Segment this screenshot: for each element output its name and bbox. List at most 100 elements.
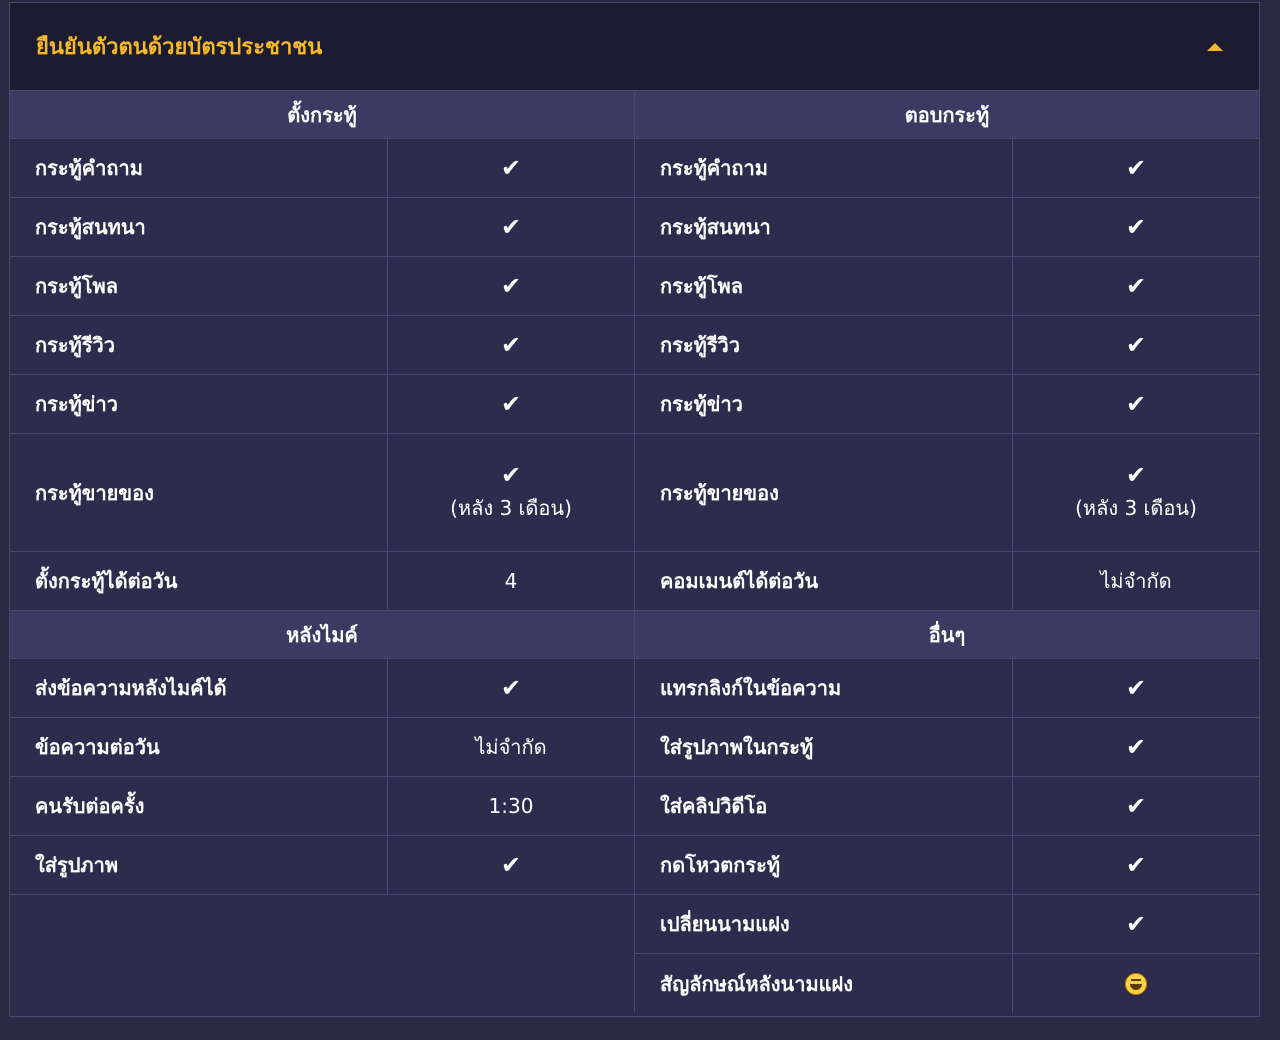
section-header-other: อื่นๆ [635,611,1259,659]
top-section: ตั้งกระทู้ กระทู้คำถาม ✔ กระทู้สนทนา ✔ ก… [10,91,1259,611]
check-icon: ✔ [500,272,522,300]
table-row: กระทู้รีวิว ✔ [10,316,634,375]
check-icon: ✔ [500,154,522,182]
row-label: กระทู้โพล [635,257,1013,315]
panel-title: ยืนยันตัวตนด้วยบัตรประชาชน [36,35,323,60]
table-row: กระทู้สนทนา ✔ [635,198,1259,257]
row-label: กดโหวตกระทู้ [635,836,1013,894]
section-header-private-message: หลังไมค์ [10,611,634,659]
table-row: กระทู้ข่าว ✔ [635,375,1259,434]
value-text: 4 [504,569,518,593]
row-label: กระทู้สนทนา [10,198,388,256]
row-value: ไม่จำกัด [388,718,634,776]
panel-header[interactable]: ยืนยันตัวตนด้วยบัตรประชาชน [10,3,1259,91]
row-value: ✔ [388,198,634,256]
row-label: คนรับต่อครั้ง [10,777,388,835]
check-icon: ✔ [1125,154,1147,182]
row-label: คอมเมนต์ได้ต่อวัน [635,552,1013,610]
row-label: กระทู้คำถาม [10,139,388,197]
table-row: ข้อความต่อวัน ไม่จำกัด [10,718,634,777]
other-column: อื่นๆ แทรกลิงก์ในข้อความ ✔ ใส่รูปภาพในกร… [634,611,1259,1013]
create-topic-column: ตั้งกระทู้ กระทู้คำถาม ✔ กระทู้สนทนา ✔ ก… [10,91,634,611]
check-icon: ✔ [500,331,522,359]
row-value: ✔ [1013,836,1259,894]
row-label: กระทู้โพล [10,257,388,315]
check-icon: ✔ [1125,674,1147,702]
row-label: กระทู้สนทนา [635,198,1013,256]
row-label: ใส่คลิปวิดีโอ [635,777,1013,835]
row-value: ✔ [388,139,634,197]
private-message-rows: ส่งข้อความหลังไมค์ได้ ✔ ข้อความต่อวัน ไม… [10,659,634,895]
table-row: สัญลักษณ์หลังนามแฝง [635,954,1259,1013]
table-row: แทรกลิงก์ในข้อความ ✔ [635,659,1259,718]
row-value: ✔ [1013,316,1259,374]
table-row: กระทู้ข่าว ✔ [10,375,634,434]
check-icon: ✔ [500,851,522,879]
laugh-emoji-icon [1125,972,1147,995]
row-label: ข้อความต่อวัน [10,718,388,776]
row-label: กระทู้รีวิว [635,316,1013,374]
check-icon: ✔ [1125,733,1147,761]
bottom-section: หลังไมค์ ส่งข้อความหลังไมค์ได้ ✔ ข้อความ… [10,611,1259,1013]
caret-up-icon[interactable] [1207,42,1223,51]
table-row: คอมเมนต์ได้ต่อวัน ไม่จำกัด [635,552,1259,611]
value-text: ไม่จำกัด [475,735,547,759]
row-label: กระทู้รีวิว [10,316,388,374]
value-note: (หลัง 3 เดือน) [450,495,572,520]
check-icon: ✔ [1125,460,1147,489]
row-value: ✔ (หลัง 3 เดือน) [388,434,634,551]
table-row: กระทู้ขายของ ✔ (หลัง 3 เดือน) [635,434,1259,552]
reply-topic-column: ตอบกระทู้ กระทู้คำถาม ✔ กระทู้สนทนา ✔ กร… [634,91,1259,611]
row-label: ตั้งกระทู้ได้ต่อวัน [10,552,388,610]
row-value: ✔ (หลัง 3 เดือน) [1013,434,1259,551]
table-row: กดโหวตกระทู้ ✔ [635,836,1259,895]
row-value: ✔ [1013,257,1259,315]
row-label: แทรกลิงก์ในข้อความ [635,659,1013,717]
table-row: ใส่รูปภาพในกระทู้ ✔ [635,718,1259,777]
row-label: สัญลักษณ์หลังนามแฝง [635,954,1013,1013]
row-value: ✔ [1013,198,1259,256]
row-label: เปลี่ยนนามแฝง [635,895,1013,953]
create-topic-rows: กระทู้คำถาม ✔ กระทู้สนทนา ✔ กระทู้โพล ✔ … [10,139,634,611]
check-icon: ✔ [1125,910,1147,938]
table-row: กระทู้รีวิว ✔ [635,316,1259,375]
row-value: ✔ [1013,375,1259,433]
row-label: กระทู้ขายของ [10,434,388,551]
table-row: คนรับต่อครั้ง 1:30 [10,777,634,836]
table-row: ส่งข้อความหลังไมค์ได้ ✔ [10,659,634,718]
check-icon: ✔ [1125,272,1147,300]
row-label: กระทู้คำถาม [635,139,1013,197]
table-row: เปลี่ยนนามแฝง ✔ [635,895,1259,954]
row-value: ✔ [1013,777,1259,835]
check-icon: ✔ [1125,331,1147,359]
row-label: กระทู้ข่าว [10,375,388,433]
row-value: ✔ [388,659,634,717]
check-icon: ✔ [1125,851,1147,879]
row-label: กระทู้ข่าว [635,375,1013,433]
row-value: ✔ [388,836,634,894]
row-value: ไม่จำกัด [1013,552,1259,610]
row-value: ✔ [1013,139,1259,197]
check-icon: ✔ [500,674,522,702]
row-value: ✔ [1013,895,1259,953]
table-row: กระทู้ขายของ ✔ (หลัง 3 เดือน) [10,434,634,552]
table-row: กระทู้โพล ✔ [10,257,634,316]
row-label: ใส่รูปภาพในกระทู้ [635,718,1013,776]
section-header-create-topic: ตั้งกระทู้ [10,91,634,139]
check-icon: ✔ [500,213,522,241]
private-message-column: หลังไมค์ ส่งข้อความหลังไมค์ได้ ✔ ข้อความ… [10,611,634,1013]
table-row: ใส่รูปภาพ ✔ [10,836,634,895]
row-value: 1:30 [388,777,634,835]
row-value: ✔ [388,316,634,374]
section-header-reply-topic: ตอบกระทู้ [635,91,1259,139]
row-value: ✔ [388,257,634,315]
row-label: กระทู้ขายของ [635,434,1013,551]
value-note: (หลัง 3 เดือน) [1075,495,1197,520]
row-value: ✔ [1013,659,1259,717]
table-row: กระทู้คำถาม ✔ [635,139,1259,198]
value-text: ไม่จำกัด [1100,569,1172,593]
row-value: ✔ [1013,718,1259,776]
id-verification-panel: ยืนยันตัวตนด้วยบัตรประชาชน ตั้งกระทู้ กร… [9,2,1260,1017]
row-value [1013,954,1259,1013]
check-icon: ✔ [1125,213,1147,241]
